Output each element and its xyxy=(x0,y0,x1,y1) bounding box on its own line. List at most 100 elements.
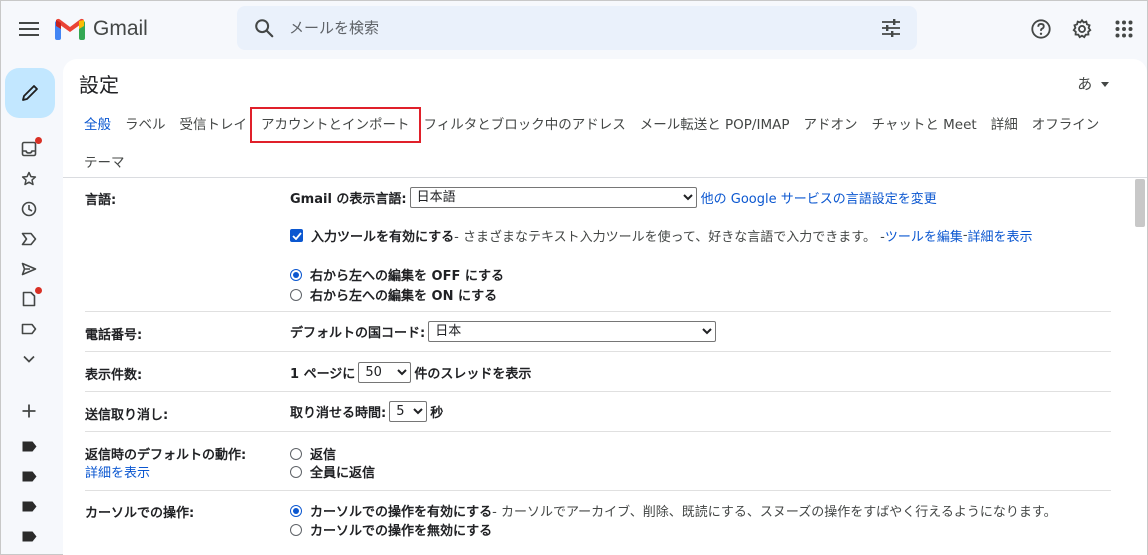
undo-send-suffix: 秒 xyxy=(430,406,444,421)
cursor-enable-description: - カーソルでアーカイブ、削除、既読にする、スヌーズの操作をすばやく行えるように… xyxy=(492,505,1057,520)
tab-filters-blocked[interactable]: フィルタとブロック中のアドレス xyxy=(417,111,633,139)
inbox-icon[interactable] xyxy=(17,137,42,161)
tab-chat-meet[interactable]: チャットと Meet xyxy=(865,111,984,139)
rtl-on-radio[interactable] xyxy=(290,288,302,301)
important-icon[interactable] xyxy=(17,227,41,251)
more-chevron-down-icon[interactable] xyxy=(17,347,41,371)
display-language-label: Gmail の表示言語: xyxy=(290,192,407,207)
cursor-enable-label: カーソルでの操作を有効にする xyxy=(310,505,493,520)
setting-row-reply-default: 返信時のデフォルトの動作: 詳細を表示 返信 全員に返信 xyxy=(85,432,1111,491)
cursor-enable-radio[interactable] xyxy=(290,504,302,517)
compose-button[interactable] xyxy=(5,68,55,118)
search-bar xyxy=(237,6,917,50)
country-code-select[interactable]: 日本 xyxy=(428,321,717,342)
scrollbar-thumb[interactable] xyxy=(1135,179,1145,227)
input-tools-label: 入力ツールを有効にする xyxy=(311,230,455,245)
sent-icon[interactable] xyxy=(17,257,41,281)
main-menu-icon[interactable] xyxy=(15,15,43,43)
undo-send-label: 送信取り消し: xyxy=(85,408,169,423)
settings-gear-icon[interactable] xyxy=(1068,15,1096,43)
input-tools-description: - さまざまなテキスト入力ツールを使って、好きな言語で入力できます。 - xyxy=(454,230,885,245)
gmail-m-icon xyxy=(55,18,85,40)
drafts-icon[interactable] xyxy=(17,287,42,311)
apps-grid-icon[interactable] xyxy=(1110,15,1138,43)
search-input[interactable] xyxy=(289,16,849,40)
tab-themes[interactable]: テーマ xyxy=(77,149,132,177)
cursor-disable-label: カーソルでの操作を無効にする xyxy=(310,524,493,539)
cursor-label: カーソルでの操作: xyxy=(85,506,195,521)
rtl-on-line[interactable]: 右から左への編集を ON にする xyxy=(290,285,497,304)
search-icon[interactable] xyxy=(253,17,275,43)
tab-offline[interactable]: オフライン xyxy=(1025,111,1107,139)
page-size-line: 1 ページに 50 件のスレッドを表示 xyxy=(290,362,531,383)
search-options-icon[interactable] xyxy=(881,18,901,42)
label-outline-icon[interactable] xyxy=(17,317,41,341)
setting-row-language: 言語: Gmail の表示言語: 日本語 他の Google サービスの言語設定… xyxy=(85,178,1111,312)
label-icon-2[interactable] xyxy=(17,464,41,488)
input-tools-checkbox[interactable] xyxy=(290,229,303,242)
undo-send-prefix: 取り消せる時間: xyxy=(290,406,387,421)
label-icon-3[interactable] xyxy=(17,494,41,518)
language-label: 言語: xyxy=(85,193,117,208)
cursor-enable-line[interactable]: カーソルでの操作を有効にする - カーソルでアーカイブ、削除、既読にする、スヌー… xyxy=(290,501,1057,520)
snoozed-clock-icon[interactable] xyxy=(17,197,41,221)
inbox-unread-dot xyxy=(35,137,42,144)
page-size-select[interactable]: 50 xyxy=(358,362,412,383)
reply-label: 返信 xyxy=(310,448,337,463)
setting-row-page-size: 表示件数: 1 ページに 50 件のスレッドを表示 xyxy=(85,352,1111,392)
undo-send-line: 取り消せる時間: 5 秒 xyxy=(290,401,443,422)
input-tools-button[interactable]: あ xyxy=(1077,73,1109,94)
checkmark-icon xyxy=(291,231,302,240)
display-language-select[interactable]: 日本語 xyxy=(409,187,697,208)
reply-option-line[interactable]: 返信 xyxy=(290,444,336,463)
phone-label: 電話番号: xyxy=(85,328,143,343)
gmail-logo[interactable]: Gmail xyxy=(55,13,148,45)
reply-all-label: 全員に返信 xyxy=(310,466,376,481)
page-size-label: 表示件数: xyxy=(85,368,143,383)
rtl-off-radio[interactable] xyxy=(290,268,302,281)
help-icon[interactable] xyxy=(1027,15,1055,43)
setting-row-phone: 電話番号: デフォルトの国コード: 日本 xyxy=(85,312,1111,352)
page-size-suffix: 件のスレッドを表示 xyxy=(414,367,532,382)
input-tools-char: あ xyxy=(1077,75,1093,93)
tab-labels[interactable]: ラベル xyxy=(118,111,173,139)
language-details-link[interactable]: 詳細を表示 xyxy=(968,226,1033,245)
tab-general[interactable]: 全般 xyxy=(77,111,118,139)
tab-addons[interactable]: アドオン xyxy=(797,111,865,139)
cursor-disable-radio[interactable] xyxy=(290,523,302,536)
cursor-disable-line[interactable]: カーソルでの操作を無効にする xyxy=(290,520,492,539)
tab-advanced[interactable]: 詳細 xyxy=(984,111,1025,139)
display-language-line: Gmail の表示言語: 日本語 他の Google サービスの言語設定を変更 xyxy=(290,187,937,208)
rtl-off-line[interactable]: 右から左への編集を OFF にする xyxy=(290,265,504,284)
settings-panel: 設定 あ 全般 ラベル 受信トレイ アカウントとインポート フィルタとブロック中… xyxy=(63,59,1147,555)
label-icon-1[interactable] xyxy=(17,434,41,458)
tab-accounts-import[interactable]: アカウントとインポート xyxy=(250,107,421,143)
tab-inbox[interactable]: 受信トレイ xyxy=(173,111,255,139)
edit-tools-link[interactable]: ツールを編集 xyxy=(885,226,963,245)
reply-all-option-line[interactable]: 全員に返信 xyxy=(290,462,375,481)
caret-down-icon xyxy=(1101,82,1109,87)
label-icon-4[interactable] xyxy=(17,524,41,548)
starred-icon[interactable] xyxy=(17,167,41,191)
create-label-plus-icon[interactable] xyxy=(17,399,41,423)
left-rail xyxy=(1,57,57,555)
scrollbar-track[interactable] xyxy=(1133,178,1147,555)
reply-all-radio[interactable] xyxy=(290,465,302,478)
setting-row-undo-send: 送信取り消し: 取り消せる時間: 5 秒 xyxy=(85,392,1111,432)
reply-default-label: 返信時のデフォルトの動作: xyxy=(85,448,247,463)
change-language-link[interactable]: 他の Google サービスの言語設定を変更 xyxy=(701,188,937,207)
undo-send-select[interactable]: 5 xyxy=(389,401,428,422)
country-code-line: デフォルトの国コード: 日本 xyxy=(290,321,717,342)
input-tools-line: 入力ツールを有効にする - さまざまなテキスト入力ツールを使って、好きな言語で入… xyxy=(290,226,1033,245)
page-size-prefix: 1 ページに xyxy=(290,367,356,382)
rtl-on-label: 右から左への編集を ON にする xyxy=(310,289,498,304)
page-title: 設定 xyxy=(79,73,119,97)
app-name: Gmail xyxy=(93,17,148,40)
reply-details-link[interactable]: 詳細を表示 xyxy=(85,462,150,481)
reply-radio[interactable] xyxy=(290,447,302,460)
tab-forwarding-pop-imap[interactable]: メール転送と POP/IMAP xyxy=(633,111,797,139)
country-code-label: デフォルトの国コード: xyxy=(290,326,426,341)
pencil-icon xyxy=(22,85,38,101)
tab-row-2: テーマ xyxy=(77,149,1117,177)
rtl-off-label: 右から左への編集を OFF にする xyxy=(310,269,504,284)
